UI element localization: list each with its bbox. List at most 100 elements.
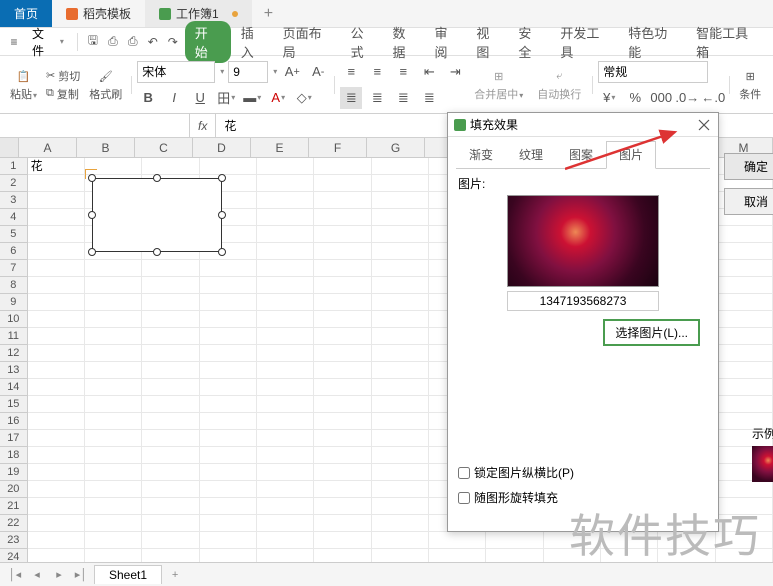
cell-B12[interactable] xyxy=(85,345,142,362)
cell-G8[interactable] xyxy=(372,277,429,294)
cell-M10[interactable] xyxy=(716,311,773,328)
cell-F1[interactable] xyxy=(314,158,371,175)
cell-G17[interactable] xyxy=(372,430,429,447)
cell-G13[interactable] xyxy=(372,362,429,379)
cell-C18[interactable] xyxy=(142,447,199,464)
cell-A12[interactable] xyxy=(28,345,85,362)
fill-color-button[interactable]: ▬▾ xyxy=(241,87,263,109)
tab-formula[interactable]: 公式 xyxy=(345,21,383,63)
conditional-format-button[interactable]: ⊞ 条件 xyxy=(735,66,765,104)
cell-A5[interactable] xyxy=(28,226,85,243)
cell-D18[interactable] xyxy=(200,447,257,464)
cell-M12[interactable] xyxy=(716,345,773,362)
cell-F4[interactable] xyxy=(314,209,371,226)
row-header-15[interactable]: 15 xyxy=(0,396,28,413)
resize-handle-w[interactable] xyxy=(88,211,96,219)
cell-F19[interactable] xyxy=(314,464,371,481)
cell-C9[interactable] xyxy=(142,294,199,311)
print-icon[interactable]: ⎙ xyxy=(125,34,141,50)
border-button[interactable]: 田▾ xyxy=(215,87,237,109)
cell-C15[interactable] xyxy=(142,396,199,413)
cell-D12[interactable] xyxy=(200,345,257,362)
cell-H23[interactable] xyxy=(429,532,486,549)
cell-C11[interactable] xyxy=(142,328,199,345)
cell-E5[interactable] xyxy=(257,226,314,243)
col-header-C[interactable]: C xyxy=(135,138,193,157)
cell-A14[interactable] xyxy=(28,379,85,396)
tab-pattern[interactable]: 图案 xyxy=(556,141,606,168)
tab-picture[interactable]: 图片 xyxy=(606,141,656,169)
cell-B8[interactable] xyxy=(85,277,142,294)
tab-security[interactable]: 安全 xyxy=(512,21,550,63)
cell-E16[interactable] xyxy=(257,413,314,430)
cell-G21[interactable] xyxy=(372,498,429,515)
cell-B17[interactable] xyxy=(85,430,142,447)
col-header-G[interactable]: G xyxy=(367,138,425,157)
row-header-1[interactable]: 1 xyxy=(0,158,28,175)
cell-B16[interactable] xyxy=(85,413,142,430)
cell-D17[interactable] xyxy=(200,430,257,447)
cell-style-button[interactable]: ◇▾ xyxy=(293,87,315,109)
cell-G7[interactable] xyxy=(372,260,429,277)
increase-decimal-button[interactable]: .0→ xyxy=(676,87,698,109)
decrease-font-button[interactable]: A- xyxy=(307,61,329,83)
sheet-nav-last[interactable]: ▸│ xyxy=(72,566,90,584)
cell-F6[interactable] xyxy=(314,243,371,260)
tab-review[interactable]: 审阅 xyxy=(428,21,466,63)
cell-A22[interactable] xyxy=(28,515,85,532)
row-header-11[interactable]: 11 xyxy=(0,328,28,345)
cell-E3[interactable] xyxy=(257,192,314,209)
cell-A23[interactable] xyxy=(28,532,85,549)
print-preview-icon[interactable]: ⎙ xyxy=(105,34,121,50)
cell-F5[interactable] xyxy=(314,226,371,243)
cell-A7[interactable] xyxy=(28,260,85,277)
cell-B20[interactable] xyxy=(85,481,142,498)
row-header-23[interactable]: 23 xyxy=(0,532,28,549)
cell-F10[interactable] xyxy=(314,311,371,328)
underline-button[interactable]: U xyxy=(189,87,211,109)
cell-F8[interactable] xyxy=(314,277,371,294)
row-header-20[interactable]: 20 xyxy=(0,481,28,498)
row-header-21[interactable]: 21 xyxy=(0,498,28,515)
bold-button[interactable]: B xyxy=(137,87,159,109)
tab-page-layout[interactable]: 页面布局 xyxy=(277,21,341,63)
cell-G10[interactable] xyxy=(372,311,429,328)
cell-G5[interactable] xyxy=(372,226,429,243)
cell-E9[interactable] xyxy=(257,294,314,311)
cell-D23[interactable] xyxy=(200,532,257,549)
cell-C20[interactable] xyxy=(142,481,199,498)
lock-aspect-input[interactable] xyxy=(458,467,470,479)
cell-C13[interactable] xyxy=(142,362,199,379)
cell-F2[interactable] xyxy=(314,175,371,192)
cell-D14[interactable] xyxy=(200,379,257,396)
cell-B11[interactable] xyxy=(85,328,142,345)
cell-E4[interactable] xyxy=(257,209,314,226)
cell-D21[interactable] xyxy=(200,498,257,515)
cell-G18[interactable] xyxy=(372,447,429,464)
row-header-16[interactable]: 16 xyxy=(0,413,28,430)
cell-D9[interactable] xyxy=(200,294,257,311)
cell-D15[interactable] xyxy=(200,396,257,413)
ok-button[interactable]: 确定 xyxy=(724,153,773,180)
resize-handle-e[interactable] xyxy=(218,211,226,219)
tab-insert[interactable]: 插入 xyxy=(235,21,273,63)
cell-A13[interactable] xyxy=(28,362,85,379)
cell-C17[interactable] xyxy=(142,430,199,447)
copy-button[interactable]: ⧉复制 xyxy=(43,85,83,103)
row-header-17[interactable]: 17 xyxy=(0,430,28,447)
col-header-D[interactable]: D xyxy=(193,138,251,157)
resize-handle-ne[interactable] xyxy=(218,174,226,182)
cell-M6[interactable] xyxy=(716,243,773,260)
cell-E19[interactable] xyxy=(257,464,314,481)
cell-C21[interactable] xyxy=(142,498,199,515)
font-color-button[interactable]: A▾ xyxy=(267,87,289,109)
cell-G2[interactable] xyxy=(372,175,429,192)
cell-C22[interactable] xyxy=(142,515,199,532)
cell-B15[interactable] xyxy=(85,396,142,413)
cell-F7[interactable] xyxy=(314,260,371,277)
rotate-handle[interactable] xyxy=(85,169,97,179)
cancel-button[interactable]: 取消 xyxy=(724,188,773,215)
italic-button[interactable]: I xyxy=(163,87,185,109)
cell-G20[interactable] xyxy=(372,481,429,498)
currency-button[interactable]: ¥▾ xyxy=(598,87,620,109)
